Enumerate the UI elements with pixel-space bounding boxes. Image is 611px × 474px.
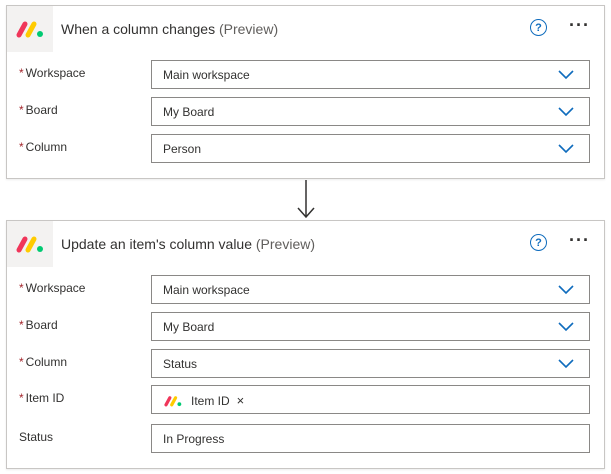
field-label: * Board	[19, 318, 58, 332]
field-board: * Board My Board	[7, 312, 604, 342]
field-label: * Column	[19, 355, 67, 369]
dropdown-value: Status	[163, 357, 198, 371]
required-mark: *	[19, 66, 24, 80]
field-label-text: Column	[25, 140, 68, 154]
required-mark: *	[19, 391, 24, 405]
field-item-id: * Item ID Item ID ×	[7, 385, 604, 415]
board-dropdown[interactable]: My Board	[151, 97, 590, 126]
dropdown-value: My Board	[163, 105, 215, 119]
field-label-text: Board	[25, 103, 58, 117]
chevron-down-icon[interactable]	[557, 142, 575, 154]
field-label: * Workspace	[19, 281, 85, 295]
required-mark: *	[19, 318, 24, 332]
field-column: * Column Person	[7, 134, 604, 164]
chevron-down-icon[interactable]	[557, 320, 575, 332]
arrow-down-icon	[297, 180, 315, 219]
chevron-down-icon[interactable]	[557, 68, 575, 80]
chevron-down-icon[interactable]	[557, 105, 575, 117]
action-card[interactable]: Update an item's column value (Preview) …	[6, 220, 605, 469]
action-card-header[interactable]: Update an item's column value (Preview) …	[7, 221, 604, 267]
dropdown-value: Main workspace	[163, 68, 250, 82]
monday-logo-icon	[164, 395, 182, 406]
field-label-text: Board	[25, 318, 58, 332]
monday-logo-icon	[7, 6, 53, 52]
field-label: * Item ID	[19, 391, 64, 405]
help-circle-icon[interactable]: ?	[530, 19, 547, 36]
field-label: Status	[19, 430, 53, 444]
required-mark: *	[19, 355, 24, 369]
trigger-card[interactable]: When a column changes (Preview) ? ··· * W…	[6, 5, 605, 179]
action-title-text: Update an item's column value	[61, 236, 252, 252]
required-mark: *	[19, 140, 24, 154]
trigger-card-header[interactable]: When a column changes (Preview) ? ···	[7, 6, 604, 52]
field-workspace: * Workspace Main workspace	[7, 275, 604, 305]
close-icon[interactable]: ×	[237, 393, 245, 408]
help-circle-icon[interactable]: ?	[530, 234, 547, 251]
column-dropdown[interactable]: Status	[151, 349, 590, 378]
trigger-title: When a column changes (Preview)	[61, 21, 278, 37]
field-board: * Board My Board	[7, 97, 604, 127]
trigger-title-suffix: (Preview)	[218, 21, 279, 37]
chevron-down-icon[interactable]	[557, 357, 575, 369]
field-column: * Column Status	[7, 349, 604, 379]
more-horizontal-icon[interactable]: ···	[569, 16, 590, 34]
required-mark: *	[19, 103, 24, 117]
required-mark: *	[19, 281, 24, 295]
more-horizontal-icon[interactable]: ···	[569, 231, 590, 249]
item-id-input[interactable]: Item ID ×	[151, 385, 590, 414]
field-label-text: Column	[25, 355, 68, 369]
workspace-dropdown[interactable]: Main workspace	[151, 60, 590, 89]
action-title-suffix: (Preview)	[255, 236, 316, 252]
action-title: Update an item's column value (Preview)	[61, 236, 315, 252]
field-status: Status In Progress	[7, 424, 604, 454]
status-input[interactable]: In Progress	[151, 424, 590, 453]
field-label: * Workspace	[19, 66, 85, 80]
field-label: * Board	[19, 103, 58, 117]
column-dropdown[interactable]: Person	[151, 134, 590, 163]
field-label: * Column	[19, 140, 67, 154]
dynamic-content-token[interactable]: Item ID ×	[163, 391, 244, 410]
field-label-text: Workspace	[25, 281, 86, 295]
monday-logo-icon	[7, 221, 53, 267]
field-label-text: Item ID	[25, 391, 65, 405]
dropdown-value: My Board	[163, 320, 215, 334]
dropdown-value: Person	[163, 142, 202, 156]
field-label-text: Workspace	[25, 66, 86, 80]
board-dropdown[interactable]: My Board	[151, 312, 590, 341]
field-label-text: Status	[19, 430, 54, 444]
workspace-dropdown[interactable]: Main workspace	[151, 275, 590, 304]
chevron-down-icon[interactable]	[557, 283, 575, 295]
input-value: In Progress	[163, 432, 225, 446]
trigger-title-text: When a column changes	[61, 21, 216, 37]
field-workspace: * Workspace Main workspace	[7, 60, 604, 90]
dropdown-value: Main workspace	[163, 283, 250, 297]
token-label: Item ID	[191, 393, 230, 408]
